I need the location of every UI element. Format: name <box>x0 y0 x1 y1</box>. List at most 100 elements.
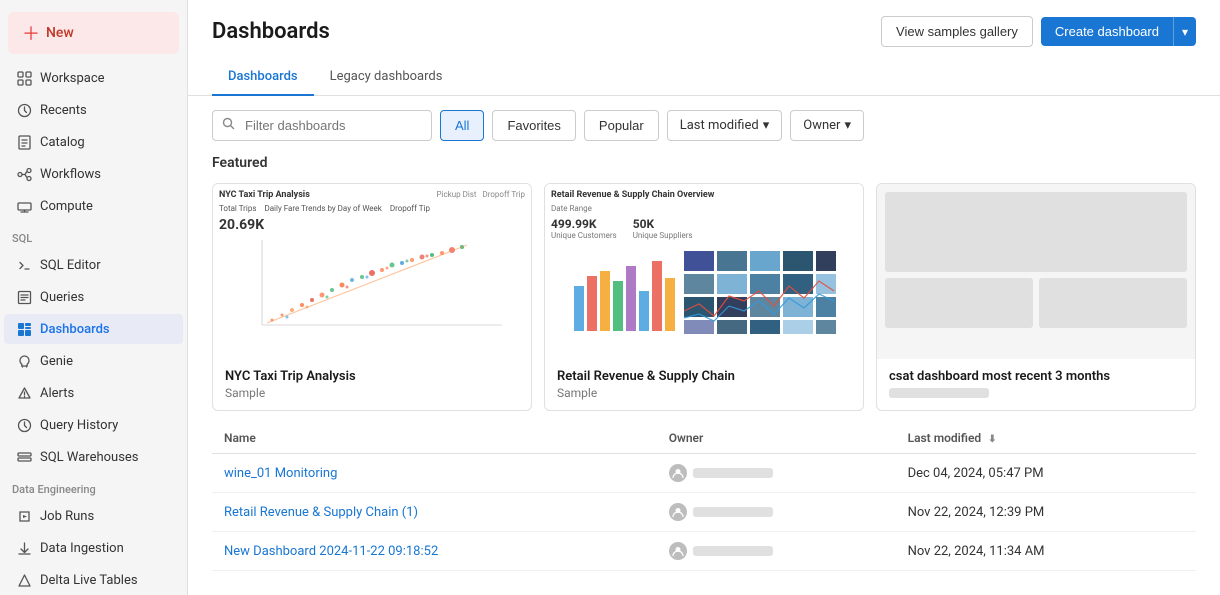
row-name-link[interactable]: New Dashboard 2024-11-22 09:18:52 <box>224 544 438 559</box>
filters-bar: All Favorites Popular Last modified ▾ Ow… <box>188 96 1220 155</box>
table-row: wine_01 Monitoring Dec 04, 2024, 05:47 P… <box>212 454 1196 493</box>
genie-icon <box>16 353 32 369</box>
owner-name-placeholder <box>693 468 773 478</box>
search-input[interactable] <box>212 110 432 141</box>
sidebar-item-delta-live-tables[interactable]: Delta Live Tables <box>4 565 183 595</box>
sidebar-item-dashboards-label: Dashboards <box>40 322 110 337</box>
job-runs-icon <box>16 508 32 524</box>
nyc-taxi-thumbnail: NYC Taxi Trip Analysis Pickup Dist Dropo… <box>213 184 531 359</box>
featured-section: Featured NYC Taxi Trip Analysis Pickup D… <box>188 155 1220 423</box>
featured-card-nyc-taxi[interactable]: NYC Taxi Trip Analysis Pickup Dist Dropo… <box>212 183 532 411</box>
sidebar-item-compute[interactable]: Compute <box>4 191 183 221</box>
plus-icon: ＋ <box>22 20 40 46</box>
row-name-link[interactable]: Retail Revenue & Supply Chain (1) <box>224 505 418 520</box>
workspace-icon <box>16 70 32 86</box>
sidebar-item-query-history-label: Query History <box>40 418 118 433</box>
view-samples-button[interactable]: View samples gallery <box>881 16 1033 47</box>
retail-card-name: Retail Revenue & Supply Chain <box>557 369 851 384</box>
csat-owner-placeholder <box>889 388 989 398</box>
sidebar-item-genie[interactable]: Genie <box>4 346 183 376</box>
owner-name-placeholder <box>693 546 773 556</box>
delta-icon <box>16 572 32 588</box>
sidebar-item-workflows-label: Workflows <box>40 167 101 182</box>
sidebar-item-sql-editor[interactable]: SQL Editor <box>4 250 183 280</box>
sql-section-label: SQL <box>0 222 187 249</box>
data-ingestion-icon <box>16 540 32 556</box>
row-modified-cell: Dec 04, 2024, 05:47 PM <box>896 454 1196 493</box>
sidebar-item-queries[interactable]: Queries <box>4 282 183 312</box>
queries-icon <box>16 289 32 305</box>
featured-card-csat[interactable]: csat dashboard most recent 3 months <box>876 183 1196 411</box>
sidebar: ＋ New Workspace Recents Catalog Workflow… <box>0 0 188 595</box>
sidebar-item-sql-editor-label: SQL Editor <box>40 258 101 273</box>
featured-cards: NYC Taxi Trip Analysis Pickup Dist Dropo… <box>212 183 1196 411</box>
csat-thumbnail <box>877 184 1195 359</box>
search-input-wrap <box>212 110 432 141</box>
query-history-icon <box>16 417 32 433</box>
sql-warehouses-icon <box>16 449 32 465</box>
filter-popular-button[interactable]: Popular <box>584 110 659 141</box>
sql-editor-icon <box>16 257 32 273</box>
owner-label: Owner <box>803 118 840 133</box>
sidebar-item-sql-warehouses-label: SQL Warehouses <box>40 450 139 465</box>
sidebar-item-workspace[interactable]: Workspace <box>4 63 183 93</box>
filter-all-button[interactable]: All <box>440 110 484 141</box>
tab-legacy-dashboards[interactable]: Legacy dashboards <box>314 59 459 96</box>
alerts-icon <box>16 385 32 401</box>
row-name-cell: Retail Revenue & Supply Chain (1) <box>212 493 657 532</box>
clock-icon <box>16 102 32 118</box>
workflows-icon <box>16 166 32 182</box>
filter-owner-dropdown[interactable]: Owner ▾ <box>790 110 864 141</box>
featured-title: Featured <box>212 155 1196 171</box>
retail-card-sub: Sample <box>557 386 851 400</box>
new-button-label: New <box>46 25 74 41</box>
col-last-modified: Last modified ⬇ <box>896 423 1196 454</box>
sidebar-item-workspace-label: Workspace <box>40 71 105 86</box>
sidebar-item-queries-label: Queries <box>40 290 84 305</box>
featured-card-retail[interactable]: Retail Revenue & Supply Chain Overview D… <box>544 183 864 411</box>
tabs: Dashboards Legacy dashboards <box>188 59 1220 96</box>
csat-card-info: csat dashboard most recent 3 months <box>877 359 1195 408</box>
create-dashboard-button[interactable]: Create dashboard <box>1041 17 1173 46</box>
col-name: Name <box>212 423 657 454</box>
sidebar-item-dashboards[interactable]: Dashboards <box>4 314 183 344</box>
sidebar-item-catalog[interactable]: Catalog <box>4 127 183 157</box>
sidebar-item-recents[interactable]: Recents <box>4 95 183 125</box>
row-name-cell: New Dashboard 2024-11-22 09:18:52 <box>212 532 657 571</box>
row-owner-cell <box>657 493 896 532</box>
create-dashboard-dropdown-button[interactable]: ▾ <box>1173 17 1196 46</box>
row-name-link[interactable]: wine_01 Monitoring <box>224 466 337 481</box>
sidebar-item-alerts-label: Alerts <box>40 386 74 401</box>
owner-avatar <box>669 464 687 482</box>
sidebar-item-job-runs[interactable]: Job Runs <box>4 501 183 531</box>
page-title: Dashboards <box>212 19 330 44</box>
col-owner: Owner <box>657 423 896 454</box>
sidebar-item-workflows[interactable]: Workflows <box>4 159 183 189</box>
sidebar-item-data-ingestion-label: Data Ingestion <box>40 541 124 556</box>
table-row: New Dashboard 2024-11-22 09:18:52 Nov 22… <box>212 532 1196 571</box>
list-section: Name Owner Last modified ⬇ wine_01 Monit… <box>188 423 1220 595</box>
main-content: Dashboards View samples gallery Create d… <box>188 0 1220 595</box>
dashboards-icon <box>16 321 32 337</box>
table-row: Retail Revenue & Supply Chain (1) Nov 22… <box>212 493 1196 532</box>
sidebar-item-query-history[interactable]: Query History <box>4 410 183 440</box>
tab-dashboards[interactable]: Dashboards <box>212 59 314 96</box>
filter-last-modified-dropdown[interactable]: Last modified ▾ <box>667 110 783 141</box>
row-owner-cell <box>657 454 896 493</box>
sidebar-item-sql-warehouses[interactable]: SQL Warehouses <box>4 442 183 472</box>
row-modified-cell: Nov 22, 2024, 11:34 AM <box>896 532 1196 571</box>
owner-avatar <box>669 542 687 560</box>
filter-favorites-button[interactable]: Favorites <box>492 110 575 141</box>
last-modified-label: Last modified <box>680 118 759 133</box>
new-button[interactable]: ＋ New <box>8 12 179 54</box>
sidebar-item-alerts[interactable]: Alerts <box>4 378 183 408</box>
owner-chevron: ▾ <box>844 118 851 133</box>
csat-card-name: csat dashboard most recent 3 months <box>889 369 1183 384</box>
sidebar-item-data-ingestion[interactable]: Data Ingestion <box>4 533 183 563</box>
nyc-taxi-card-info: NYC Taxi Trip Analysis Sample <box>213 359 531 410</box>
nyc-taxi-card-name: NYC Taxi Trip Analysis <box>225 369 519 384</box>
sidebar-item-compute-label: Compute <box>40 199 93 214</box>
header-actions: View samples gallery Create dashboard ▾ <box>881 16 1196 47</box>
nyc-taxi-card-sub: Sample <box>225 386 519 400</box>
row-owner-cell <box>657 532 896 571</box>
